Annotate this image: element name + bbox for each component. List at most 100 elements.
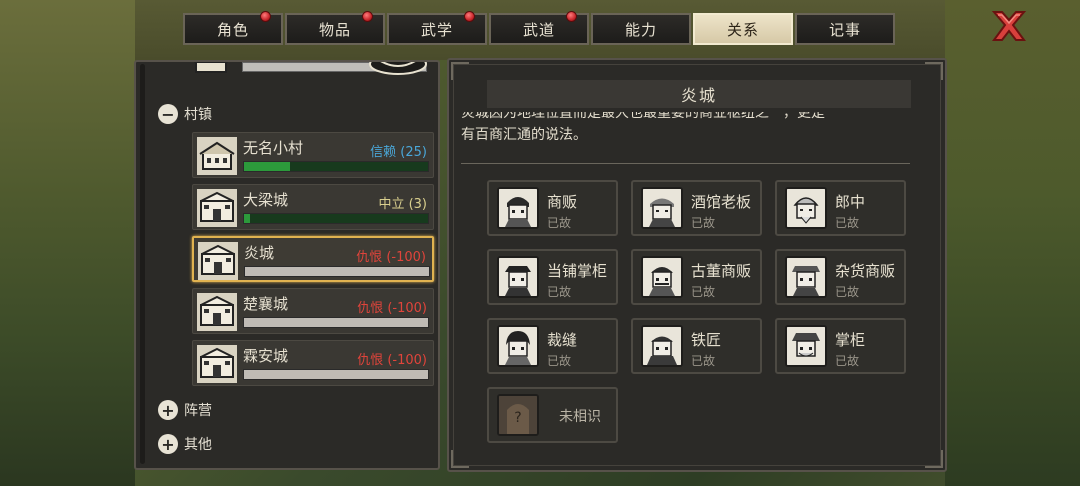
alert-dot-icon [362,11,373,22]
group-header-other[interactable]: + 其他 [158,434,212,454]
city-gate-icon [197,189,237,227]
unknown-portrait-icon: ? [497,394,539,436]
town-name: 炎城 [244,244,275,262]
tab-character[interactable]: 角色 [183,11,283,45]
town-item-lin-an[interactable]: 霖安城 仇恨 (-100) [192,340,434,386]
description-line: 有百商汇通的说法。 [461,127,587,143]
tab-items[interactable]: 物品 [285,11,385,45]
faction-list-panel[interactable]: − 村镇 无名小村 信赖 (25) 大梁城 中立 (3) 炎城 仇恨 (-100… [134,60,440,470]
npc-status: 已故 [691,285,716,299]
npc-name: 酒馆老板 [691,193,752,211]
scrollbar[interactable] [140,64,145,464]
group-header-camp[interactable]: + 阵营 [158,400,212,420]
plus-icon: + [158,434,178,454]
tab-label: 武学 [420,20,453,39]
npc-name: 郎中 [835,193,866,211]
town-item-chuxiang[interactable]: 楚襄城 仇恨 (-100) [192,288,434,334]
npc-name: 杂货商贩 [835,262,896,280]
npc-status: 已故 [835,285,860,299]
npc-card-unknown[interactable]: ? 未相识 [487,387,618,443]
npc-status: 已故 [691,354,716,368]
npc-card-pawnbroker[interactable]: 当铺掌柜 已故 [487,249,618,305]
npc-card-shopkeeper[interactable]: 掌柜 已故 [775,318,906,374]
tab-label: 能力 [624,20,657,39]
scroll-ornament-icon [367,62,429,80]
reputation-status: 仇恨 (-100) [356,250,426,265]
tab-abilities[interactable]: 能力 [591,13,691,45]
npc-name: 掌柜 [835,331,866,349]
tab-label: 武道 [522,20,555,39]
city-gate-icon [197,345,237,383]
npc-card-tavern-owner[interactable]: 酒馆老板 已故 [631,180,762,236]
tab-label: 记事 [828,20,861,39]
npc-portrait-icon [785,325,827,367]
npc-portrait-icon [641,187,683,229]
npc-portrait-icon [785,187,827,229]
village-icon [197,137,237,175]
npc-card-tailor[interactable]: 裁缝 已故 [487,318,618,374]
tab-relations[interactable]: 关系 [693,13,793,45]
plus-icon: + [158,400,178,420]
npc-card-grocer[interactable]: 杂货商贩 已故 [775,249,906,305]
reputation-bar [243,369,429,380]
npc-portrait-icon [497,187,539,229]
npc-card-antique-dealer[interactable]: 古董商贩 已故 [631,249,762,305]
tab-journal[interactable]: 记事 [795,13,895,45]
npc-card-doctor[interactable]: 郎中 已故 [775,180,906,236]
tab-label: 角色 [216,20,249,39]
group-header-village[interactable]: − 村镇 [158,104,212,124]
description-line: 炎城因为地理位置而是最大也最重要的商业枢纽之一，更是 [461,112,825,121]
town-item-yancheng[interactable]: 炎城 仇恨 (-100) [192,236,434,282]
tab-martial-arts[interactable]: 武学 [387,11,487,45]
alert-dot-icon [566,11,577,22]
town-item-wuming[interactable]: 无名小村 信赖 (25) [192,132,434,178]
corner-ornament [451,450,469,468]
npc-status: 已故 [835,216,860,230]
npc-card-blacksmith[interactable]: 铁匠 已故 [631,318,762,374]
reputation-bar [243,317,429,328]
npc-status: 已故 [691,216,716,230]
npc-portrait-icon [785,256,827,298]
reputation-bar [243,213,429,224]
group-label: 村镇 [184,107,212,123]
npc-name: 古董商贩 [691,262,752,280]
town-detail-panel: 炎城 炎城因为地理位置而是最大也最重要的商业枢纽之一，更是 有百商汇通的说法。 … [447,58,947,472]
npc-status: 已故 [547,285,572,299]
npc-card-merchant[interactable]: 商贩 已故 [487,180,618,236]
npc-portrait-icon [641,256,683,298]
town-name: 霖安城 [243,347,289,365]
list-item-partial [192,62,434,88]
npc-status: 已故 [547,354,572,368]
town-name: 无名小村 [243,139,304,157]
tab-bar: 角色 物品 武学 武道 能力 关系 记事 [183,11,895,45]
npc-name: 铁匠 [691,331,722,349]
city-gate-icon [198,242,238,280]
close-x-icon[interactable] [990,8,1028,44]
city-gate-icon [197,293,237,331]
npc-portrait-icon [497,256,539,298]
npc-status: 已故 [547,216,572,230]
npc-name: 商贩 [547,193,578,211]
npc-status: 已故 [835,354,860,368]
npc-name: 当铺掌柜 [547,262,608,280]
town-description[interactable]: 炎城因为地理位置而是最大也最重要的商业枢纽之一，更是 有百商汇通的说法。 [461,112,921,158]
reputation-status: 信赖 (25) [370,145,427,160]
npc-portrait-icon [641,325,683,367]
alert-dot-icon [260,11,271,22]
group-label: 其他 [184,437,212,453]
background-left [0,0,135,486]
svg-text:?: ? [514,410,521,426]
reputation-bar [244,266,430,277]
npc-name: 裁缝 [547,331,578,349]
town-icon [192,62,230,80]
divider [461,163,910,164]
corner-ornament [451,62,469,80]
town-item-daliang[interactable]: 大梁城 中立 (3) [192,184,434,230]
alert-dot-icon [464,11,475,22]
group-label: 阵营 [184,403,212,419]
town-name: 楚襄城 [243,295,289,313]
town-name: 大梁城 [243,191,289,209]
corner-ornament [925,62,943,80]
tab-martial-way[interactable]: 武道 [489,11,589,45]
reputation-status: 中立 (3) [378,197,427,212]
